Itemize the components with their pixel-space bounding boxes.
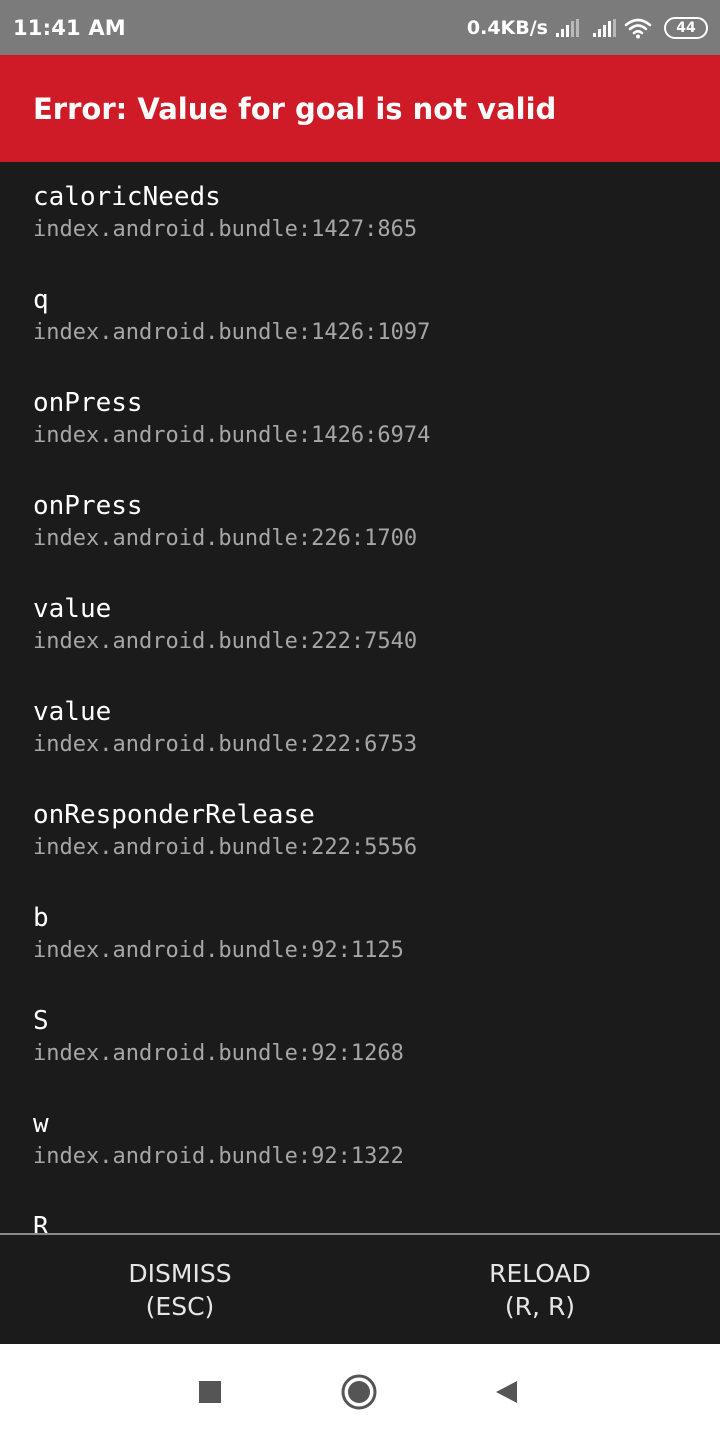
frame-location: index.android.bundle:92:1322 [33, 1144, 404, 1169]
frame-method: q [33, 285, 49, 315]
frame-method: onPress [33, 388, 143, 418]
recents-button[interactable] [192, 1374, 228, 1410]
frame-location: index.android.bundle:1426:6974 [33, 423, 431, 448]
stack-frame[interactable]: w index.android.bundle:92:1322 [33, 1109, 404, 1171]
frame-location: index.android.bundle:226:1700 [33, 526, 418, 551]
back-button[interactable] [488, 1374, 524, 1410]
stack-frame[interactable]: value index.android.bundle:222:7540 [33, 594, 417, 656]
frame-method: R [33, 1212, 49, 1233]
frame-location: index.android.bundle:1427:865 [33, 217, 418, 242]
reload-shortcut: (R, R) [504, 1291, 576, 1321]
frame-method: value [33, 594, 112, 624]
home-icon [341, 1374, 377, 1410]
dismiss-label: DISMISS [128, 1258, 232, 1288]
dismiss-shortcut: (ESC) [145, 1291, 215, 1321]
frame-location: index.android.bundle:92:1125 [33, 938, 404, 963]
stack-frame[interactable]: q index.android.bundle:1426:1097 [33, 285, 430, 347]
error-title: Error: Value for goal is not valid [33, 91, 557, 126]
reload-button[interactable]: RELOAD (R, R) [360, 1235, 720, 1344]
stack-frame[interactable]: caloricNeeds index.android.bundle:1427:8… [33, 182, 417, 244]
frame-method: onResponderRelease [33, 800, 315, 830]
stack-frame[interactable]: R [33, 1212, 49, 1233]
action-bar: DISMISS (ESC) RELOAD (R, R) [0, 1233, 720, 1344]
signal-icon [556, 18, 579, 37]
network-speed: 0.4KB/s [466, 16, 548, 39]
frame-method: S [33, 1006, 49, 1036]
back-icon [496, 1381, 517, 1403]
wifi-icon [624, 18, 652, 38]
navigation-bar [0, 1344, 720, 1440]
frame-location: index.android.bundle:222:7540 [33, 629, 418, 654]
frame-location: index.android.bundle:1426:1097 [33, 320, 431, 345]
dismiss-button[interactable]: DISMISS (ESC) [0, 1235, 360, 1344]
frame-location: index.android.bundle:92:1268 [33, 1041, 404, 1066]
frame-location: index.android.bundle:222:6753 [33, 732, 418, 757]
status-time: 11:41 AM [13, 15, 126, 40]
frame-location: index.android.bundle:222:5556 [33, 835, 418, 860]
status-icons: 0.4KB/s 44 [466, 16, 708, 39]
stack-frame[interactable]: onPress index.android.bundle:1426:6974 [33, 388, 430, 450]
stack-frame[interactable]: onPress index.android.bundle:226:1700 [33, 491, 417, 553]
stack-trace-list[interactable]: caloricNeeds index.android.bundle:1427:8… [0, 162, 720, 1233]
battery-icon: 44 [664, 16, 708, 39]
error-header: Error: Value for goal is not valid [0, 55, 720, 162]
home-button[interactable] [341, 1374, 377, 1410]
stack-frame[interactable]: S index.android.bundle:92:1268 [33, 1006, 404, 1068]
frame-method: onPress [33, 491, 143, 521]
frame-method: value [33, 697, 112, 727]
stack-frame[interactable]: value index.android.bundle:222:6753 [33, 697, 417, 759]
status-bar: 11:41 AM 0.4KB/s 44 [0, 0, 720, 55]
recents-icon [199, 1381, 221, 1403]
frame-method: caloricNeeds [33, 182, 221, 212]
frame-method: w [33, 1109, 49, 1139]
signal-icon [593, 18, 616, 37]
stack-frame[interactable]: b index.android.bundle:92:1125 [33, 903, 404, 965]
frame-method: b [33, 903, 49, 933]
stack-frame[interactable]: onResponderRelease index.android.bundle:… [33, 800, 417, 862]
reload-label: RELOAD [489, 1258, 591, 1288]
